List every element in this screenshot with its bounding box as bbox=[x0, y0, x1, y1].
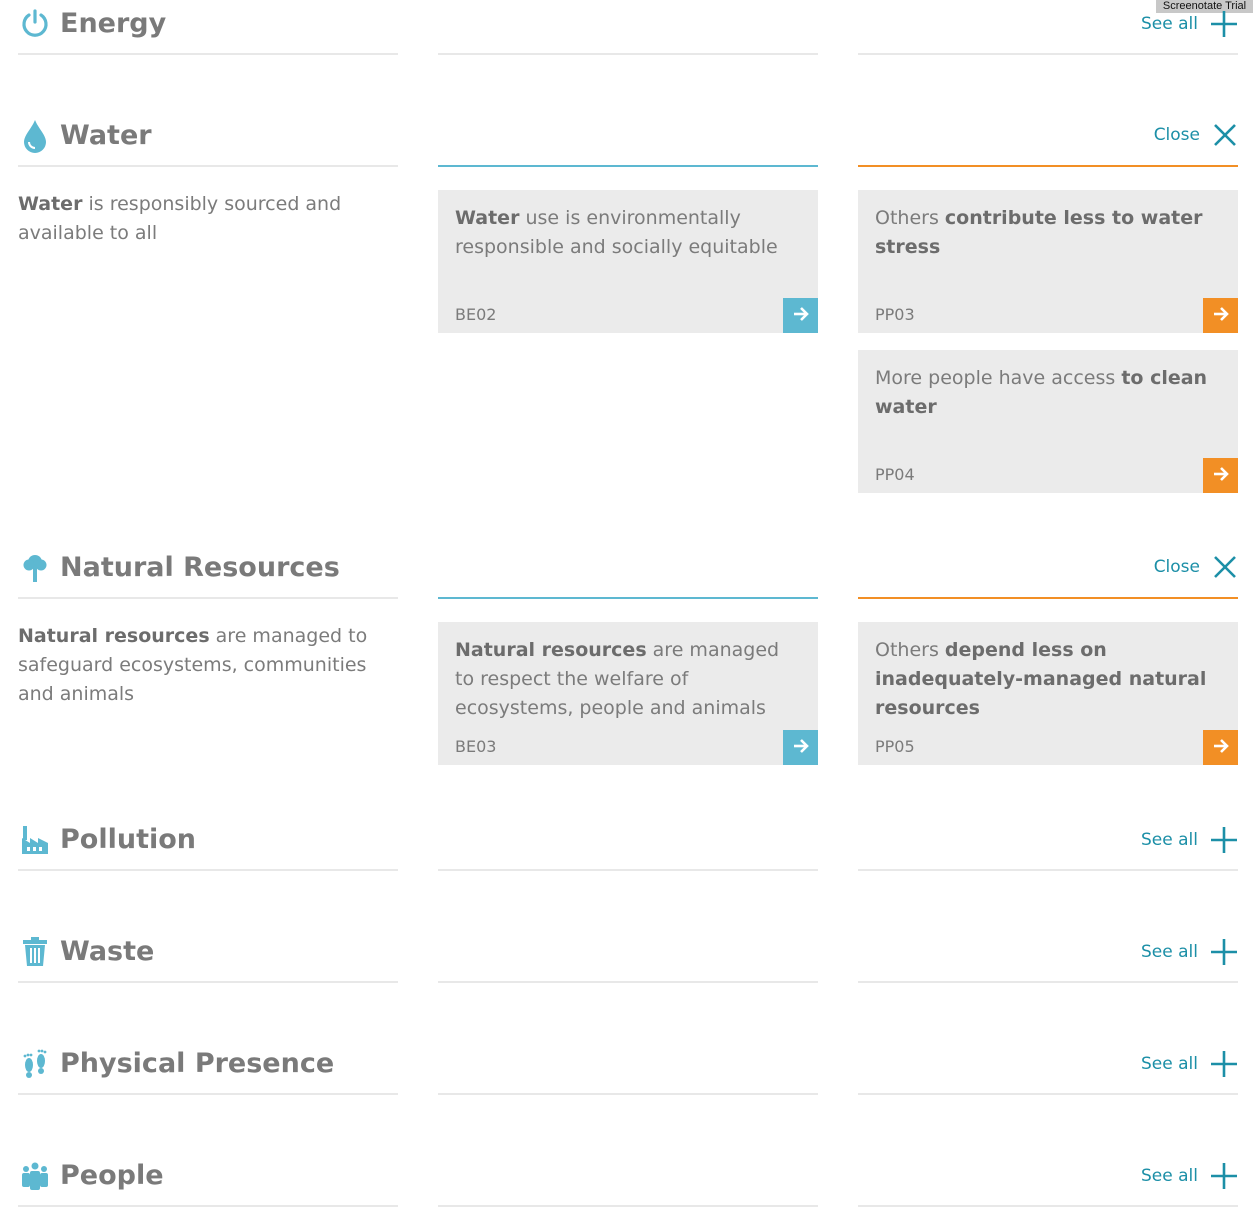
people-divider-col3 bbox=[858, 1205, 1238, 1207]
water-drop-icon bbox=[20, 118, 50, 153]
natural-resources-summary-bold: Natural resources bbox=[18, 625, 210, 647]
section-people-header: People See all bbox=[0, 1152, 1253, 1208]
section-water-header: Water Close bbox=[0, 112, 1253, 168]
people-see-all-button[interactable]: See all bbox=[1141, 1162, 1238, 1190]
see-all-label: See all bbox=[1141, 830, 1198, 850]
plus-icon bbox=[1210, 826, 1238, 854]
water-card-pp04[interactable]: More people have access to clean water P… bbox=[858, 350, 1238, 493]
energy-divider-col1 bbox=[18, 53, 398, 55]
section-energy-header: Energy See all bbox=[0, 0, 1253, 56]
see-all-label: See all bbox=[1141, 1054, 1198, 1074]
see-all-label: See all bbox=[1141, 1166, 1198, 1186]
waste-divider-col1 bbox=[18, 981, 398, 983]
trash-bin-icon bbox=[20, 936, 50, 966]
physical-presence-divider-col2 bbox=[438, 1093, 818, 1095]
plus-icon bbox=[1210, 1050, 1238, 1078]
section-waste-header: Waste See all bbox=[0, 928, 1253, 984]
waste-divider-col3 bbox=[858, 981, 1238, 983]
people-group-icon bbox=[20, 1160, 50, 1190]
section-title-people: People bbox=[60, 1160, 164, 1191]
see-all-label: See all bbox=[1141, 14, 1198, 34]
water-card-pp03[interactable]: Others contribute less to water stress P… bbox=[858, 190, 1238, 333]
card-arrow-button[interactable] bbox=[783, 298, 818, 333]
factory-icon bbox=[20, 824, 50, 854]
people-divider-col1 bbox=[18, 1205, 398, 1207]
section-natural-resources-header: Natural Resources Close bbox=[0, 544, 1253, 600]
section-physical-presence-header: Physical Presence See all bbox=[0, 1040, 1253, 1096]
waste-see-all-button[interactable]: See all bbox=[1141, 938, 1238, 966]
card-code: PP05 bbox=[875, 737, 915, 756]
waste-divider-col2 bbox=[438, 981, 818, 983]
pollution-divider-col1 bbox=[18, 869, 398, 871]
section-title-water: Water bbox=[60, 120, 152, 151]
natural-resources-divider-col3 bbox=[858, 597, 1238, 599]
energy-divider-col3 bbox=[858, 53, 1238, 55]
section-title-pollution: Pollution bbox=[60, 824, 197, 855]
section-title-waste: Waste bbox=[60, 936, 155, 967]
water-close-button[interactable]: Close bbox=[1154, 122, 1238, 148]
water-card-be02[interactable]: Water use is environmentally responsible… bbox=[438, 190, 818, 333]
card-text: Water use is environmentally responsible… bbox=[455, 207, 778, 258]
arrow-right-icon bbox=[1212, 305, 1230, 327]
water-divider-col3 bbox=[858, 165, 1238, 167]
close-icon bbox=[1212, 122, 1238, 148]
pollution-divider-col2 bbox=[438, 869, 818, 871]
card-arrow-button[interactable] bbox=[1203, 458, 1238, 493]
plus-icon bbox=[1210, 938, 1238, 966]
arrow-right-icon bbox=[1212, 737, 1230, 759]
natural-resources-close-button[interactable]: Close bbox=[1154, 554, 1238, 580]
natural-resources-card-pp05[interactable]: Others depend less on inadequately-manag… bbox=[858, 622, 1238, 765]
water-divider-col2 bbox=[438, 165, 818, 167]
power-icon bbox=[20, 8, 50, 38]
natural-resources-summary: Natural resources are managed to safegua… bbox=[18, 622, 398, 709]
tree-icon bbox=[20, 552, 50, 582]
physical-presence-see-all-button[interactable]: See all bbox=[1141, 1050, 1238, 1078]
pollution-see-all-button[interactable]: See all bbox=[1141, 826, 1238, 854]
plus-icon bbox=[1210, 10, 1238, 38]
card-text: Others depend less on inadequately-manag… bbox=[875, 639, 1207, 719]
card-arrow-button[interactable] bbox=[1203, 298, 1238, 333]
see-all-label: See all bbox=[1141, 942, 1198, 962]
pollution-divider-col3 bbox=[858, 869, 1238, 871]
natural-resources-divider-col1 bbox=[18, 597, 398, 599]
section-title-energy: Energy bbox=[60, 8, 167, 39]
physical-presence-divider-col3 bbox=[858, 1093, 1238, 1095]
card-code: PP04 bbox=[875, 465, 915, 484]
natural-resources-card-be03[interactable]: Natural resources are managed to respect… bbox=[438, 622, 818, 765]
section-title-natural-resources: Natural Resources bbox=[60, 552, 340, 583]
arrow-right-icon bbox=[792, 305, 810, 327]
close-label: Close bbox=[1153, 557, 1200, 577]
card-arrow-button[interactable] bbox=[1203, 730, 1238, 765]
arrow-right-icon bbox=[1212, 465, 1230, 487]
natural-resources-divider-col2 bbox=[438, 597, 818, 599]
close-label: Close bbox=[1153, 125, 1200, 145]
close-icon bbox=[1212, 554, 1238, 580]
section-title-physical-presence: Physical Presence bbox=[60, 1048, 335, 1079]
physical-presence-divider-col1 bbox=[18, 1093, 398, 1095]
card-code: PP03 bbox=[875, 305, 915, 324]
plus-icon bbox=[1210, 1162, 1238, 1190]
water-summary: Water is responsibly sourced and availab… bbox=[18, 190, 398, 248]
energy-see-all-button[interactable]: See all bbox=[1141, 10, 1238, 38]
water-summary-bold: Water bbox=[18, 193, 83, 215]
card-text: Others contribute less to water stress bbox=[875, 207, 1203, 258]
card-text: More people have access to clean water bbox=[875, 367, 1208, 418]
card-arrow-button[interactable] bbox=[783, 730, 818, 765]
card-code: BE03 bbox=[455, 737, 497, 756]
section-pollution-header: Pollution See all bbox=[0, 816, 1253, 872]
people-divider-col2 bbox=[438, 1205, 818, 1207]
card-code: BE02 bbox=[455, 305, 497, 324]
arrow-right-icon bbox=[792, 737, 810, 759]
card-text: Natural resources are managed to respect… bbox=[455, 639, 780, 719]
energy-divider-col2 bbox=[438, 53, 818, 55]
water-divider-col1 bbox=[18, 165, 398, 167]
footprints-icon bbox=[20, 1048, 50, 1078]
